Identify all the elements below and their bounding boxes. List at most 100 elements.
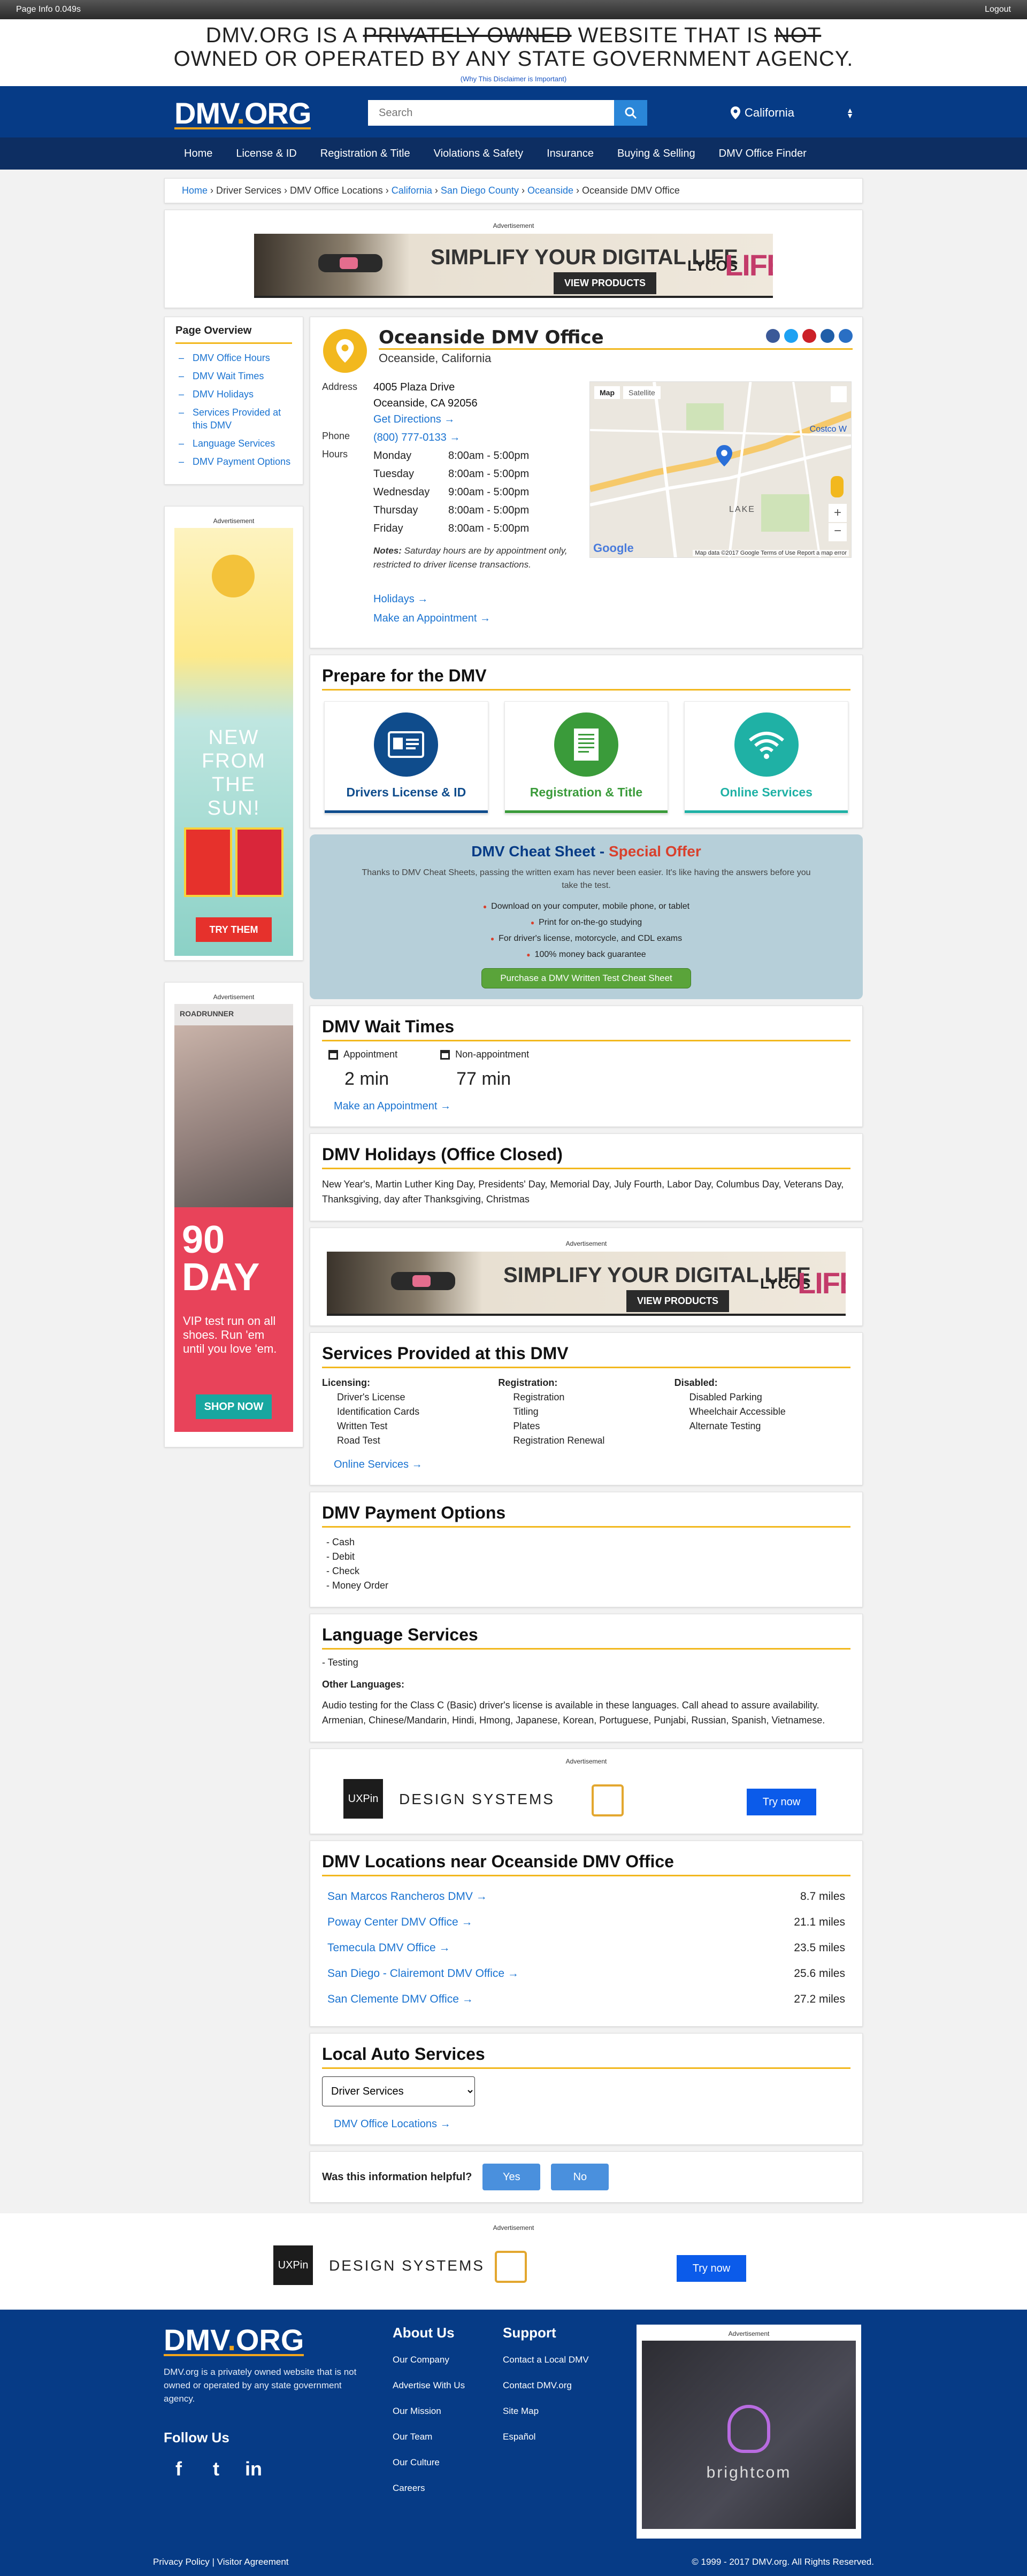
- state-selector[interactable]: California ▲ ▼: [731, 102, 854, 124]
- appointment-link-text: Make an Appointment →: [373, 612, 491, 624]
- office-name: Oceanside DMV Office: [379, 327, 604, 348]
- footer-link[interactable]: Español: [503, 2424, 589, 2450]
- list-item: Download on your computer, mobile phone,…: [326, 899, 847, 915]
- try-now-button[interactable]: Try now: [677, 2255, 746, 2282]
- tile-drivers-license[interactable]: Drivers License & ID: [324, 701, 488, 814]
- facebook-icon[interactable]: [766, 329, 780, 343]
- feedback-no-button[interactable]: No: [551, 2164, 609, 2190]
- logo-underline: [174, 127, 311, 129]
- sidebar-ad-roadrunner[interactable]: Advertisement ROADRUNNER 90 DAY VIP test…: [164, 982, 303, 1447]
- tile-registration-title[interactable]: Registration & Title: [504, 701, 669, 814]
- shop-now-button[interactable]: SHOP NOW: [196, 1394, 272, 1419]
- site-logo[interactable]: DMV.ORG: [174, 96, 311, 131]
- ad-cta-button[interactable]: VIEW PRODUCTS: [626, 1290, 730, 1312]
- footer-link[interactable]: Careers: [393, 2475, 465, 2501]
- feedback-yes-button[interactable]: Yes: [482, 2164, 541, 2190]
- email-icon[interactable]: [821, 329, 834, 343]
- lycos-banner-ad[interactable]: SIMPLIFY YOUR DIGITAL LIFE VIEW PRODUCTS…: [327, 1252, 846, 1316]
- overview-link-payment[interactable]: DMV Payment Options: [179, 455, 292, 468]
- nav-registration-title[interactable]: Registration & Title: [309, 137, 422, 170]
- holidays-link[interactable]: Holidays →: [373, 591, 428, 607]
- footer-link[interactable]: Our Company: [393, 2347, 465, 2373]
- list-item: - Money Order: [326, 1580, 389, 1591]
- nav-insurance[interactable]: Insurance: [535, 137, 606, 170]
- nearby-office-link[interactable]: San Marcos Rancheros DMV →: [327, 1884, 487, 1910]
- search-input[interactable]: [368, 100, 614, 126]
- linkedin-icon[interactable]: in: [241, 2456, 266, 2482]
- office-map[interactable]: Map Satellite Costco W LAKE + − Google M…: [589, 381, 852, 558]
- address-line-2: Oceanside, CA 92056: [373, 397, 478, 409]
- tile-online-services[interactable]: Online Services: [684, 701, 849, 814]
- page-info-toggle[interactable]: Page Info 0.049s: [16, 5, 81, 14]
- facebook-icon[interactable]: f: [166, 2456, 191, 2482]
- footer-ad[interactable]: Advertisement brightcom: [637, 2325, 861, 2539]
- street-view-icon[interactable]: [831, 476, 844, 497]
- wait-appointment-link[interactable]: Make an Appointment →: [334, 1100, 850, 1113]
- footer-link[interactable]: Our Mission: [393, 2398, 465, 2424]
- footer-link[interactable]: Contact a Local DMV: [503, 2347, 589, 2373]
- pinterest-icon[interactable]: [802, 329, 816, 343]
- map-tab-satellite[interactable]: Satellite: [623, 386, 661, 399]
- online-services-link[interactable]: Online Services →: [334, 1459, 850, 1471]
- office-locations-link[interactable]: DMV Office Locations →: [334, 2118, 850, 2130]
- logout-link[interactable]: Logout: [985, 5, 1011, 14]
- nearby-office-link[interactable]: San Diego - Clairemont DMV Office →: [327, 1961, 519, 1987]
- ad-label: Advertisement: [728, 2330, 770, 2337]
- nav-license-id[interactable]: License & ID: [224, 137, 308, 170]
- footer-link[interactable]: Our Team: [393, 2424, 465, 2450]
- legal-links[interactable]: Privacy Policy | Visitor Agreement: [153, 2557, 289, 2567]
- phone-link[interactable]: (800) 777-0133 →: [373, 430, 460, 446]
- map-tab-map[interactable]: Map: [594, 386, 620, 399]
- uxpin-banner[interactable]: UXPin DESIGN SYSTEMS Try now: [254, 2235, 773, 2294]
- nav-buying-selling[interactable]: Buying & Selling: [606, 137, 707, 170]
- zoom-in-button[interactable]: +: [829, 504, 847, 522]
- search-button[interactable]: [614, 100, 647, 126]
- zoom-out-button[interactable]: −: [829, 523, 847, 541]
- try-them-button[interactable]: TRY THEM: [196, 917, 272, 942]
- disclaimer-line-2: OWNED OR OPERATED BY ANY STATE GOVERNMEN…: [173, 47, 854, 71]
- nearby-office-link[interactable]: Temecula DMV Office →: [327, 1935, 450, 1961]
- uxpin-banner[interactable]: UXPin DESIGN SYSTEMS Try now: [324, 1768, 848, 1827]
- nav-office-finder[interactable]: DMV Office Finder: [707, 137, 818, 170]
- services-disabled: Disabled: Disabled Parking Wheelchair Ac…: [675, 1376, 850, 1448]
- print-icon[interactable]: [839, 329, 853, 343]
- service-type-select[interactable]: Driver Services: [322, 2076, 475, 2106]
- overview-link-services[interactable]: Services Provided at this DMV: [179, 406, 292, 432]
- overview-link-wait[interactable]: DMV Wait Times: [179, 370, 292, 382]
- appointment-link[interactable]: Make an Appointment →: [373, 610, 490, 626]
- ad-cta-button[interactable]: VIEW PRODUCTS: [554, 272, 657, 294]
- footer-link[interactable]: Contact DMV.org: [503, 2373, 589, 2398]
- lycos-banner-ad[interactable]: SIMPLIFY YOUR DIGITAL LIFE VIEW PRODUCTS…: [254, 234, 773, 298]
- breadcrumb-home[interactable]: Home: [182, 185, 208, 196]
- twitter-icon[interactable]: t: [203, 2456, 229, 2482]
- wait-values: Appointment 2 min Non-appointment 77 min: [322, 1049, 850, 1090]
- disclaimer-why-link[interactable]: (Why This Disclaimer is Important): [0, 75, 1027, 83]
- map-marker-icon[interactable]: [716, 445, 732, 466]
- copyright: © 1999 - 2017 DMV.org. All Rights Reserv…: [692, 2557, 874, 2567]
- debug-bar: Page Info 0.049s Logout: [0, 0, 1027, 19]
- fullscreen-icon[interactable]: [831, 386, 847, 402]
- twitter-icon[interactable]: [784, 329, 798, 343]
- footer-logo[interactable]: DMV.ORG: [164, 2322, 304, 2357]
- purchase-cheat-sheet-button[interactable]: Purchase a DMV Written Test Cheat Sheet: [481, 968, 691, 988]
- breadcrumb-california[interactable]: California: [392, 185, 432, 196]
- nav-violations-safety[interactable]: Violations & Safety: [422, 137, 535, 170]
- hours-time: 8:00am - 5:00pm: [448, 523, 530, 534]
- footer-link[interactable]: Site Map: [503, 2398, 589, 2424]
- overview-link-holidays[interactable]: DMV Holidays: [179, 388, 292, 401]
- footer-link[interactable]: Advertise With Us: [393, 2373, 465, 2398]
- hours-time: 8:00am - 5:00pm: [448, 450, 530, 462]
- overview-link-language[interactable]: Language Services: [179, 437, 292, 450]
- breadcrumb-county[interactable]: San Diego County: [441, 185, 519, 196]
- footer-link[interactable]: Our Culture: [393, 2450, 465, 2475]
- breadcrumb-city[interactable]: Oceanside: [527, 185, 573, 196]
- sidebar-ad-sunchips[interactable]: Advertisement NEW FROM THE SUN! TRY THEM: [164, 506, 303, 961]
- nearby-office-link[interactable]: Poway Center DMV Office →: [327, 1910, 473, 1935]
- fitness-band-image: [391, 1272, 455, 1290]
- overview-link-hours[interactable]: DMV Office Hours: [179, 351, 292, 364]
- get-directions-link[interactable]: Get Directions →: [373, 411, 455, 427]
- try-now-button[interactable]: Try now: [747, 1789, 816, 1815]
- nav-home[interactable]: Home: [172, 137, 224, 170]
- nearby-office-link[interactable]: San Clemente DMV Office →: [327, 1987, 473, 2012]
- office-card: Oceanside DMV Office Oceanside, Californ…: [310, 317, 863, 648]
